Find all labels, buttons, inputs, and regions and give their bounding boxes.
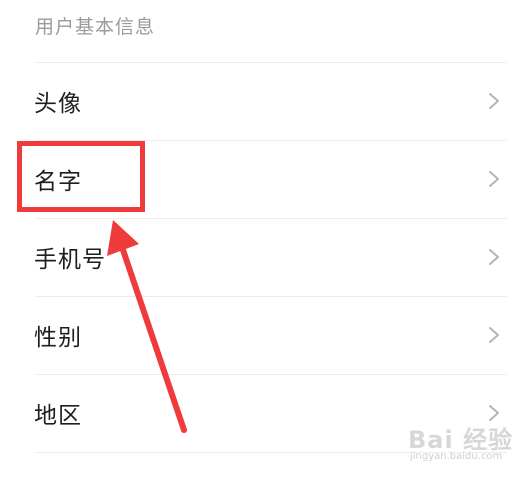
row-gender[interactable]: 性别 — [0, 297, 531, 373]
chevron-right-icon — [489, 327, 499, 343]
chevron-right-icon — [489, 249, 499, 265]
row-label: 地区 — [34, 403, 82, 429]
watermark: Bai 经验 jingyan.baidu.com — [408, 420, 524, 470]
watermark-url: jingyan.baidu.com — [410, 451, 503, 462]
row-phone[interactable]: 手机号 — [0, 219, 531, 295]
row-label: 手机号 — [34, 247, 106, 273]
row-avatar[interactable]: 头像 — [0, 63, 531, 139]
chevron-right-icon — [489, 171, 499, 187]
section-header: 用户基本信息 — [35, 16, 156, 38]
row-label: 性别 — [34, 325, 82, 351]
row-label: 头像 — [34, 91, 82, 117]
chevron-right-icon — [489, 93, 499, 109]
watermark-brand: Bai 经验 — [408, 426, 514, 454]
highlight-box — [17, 141, 145, 212]
